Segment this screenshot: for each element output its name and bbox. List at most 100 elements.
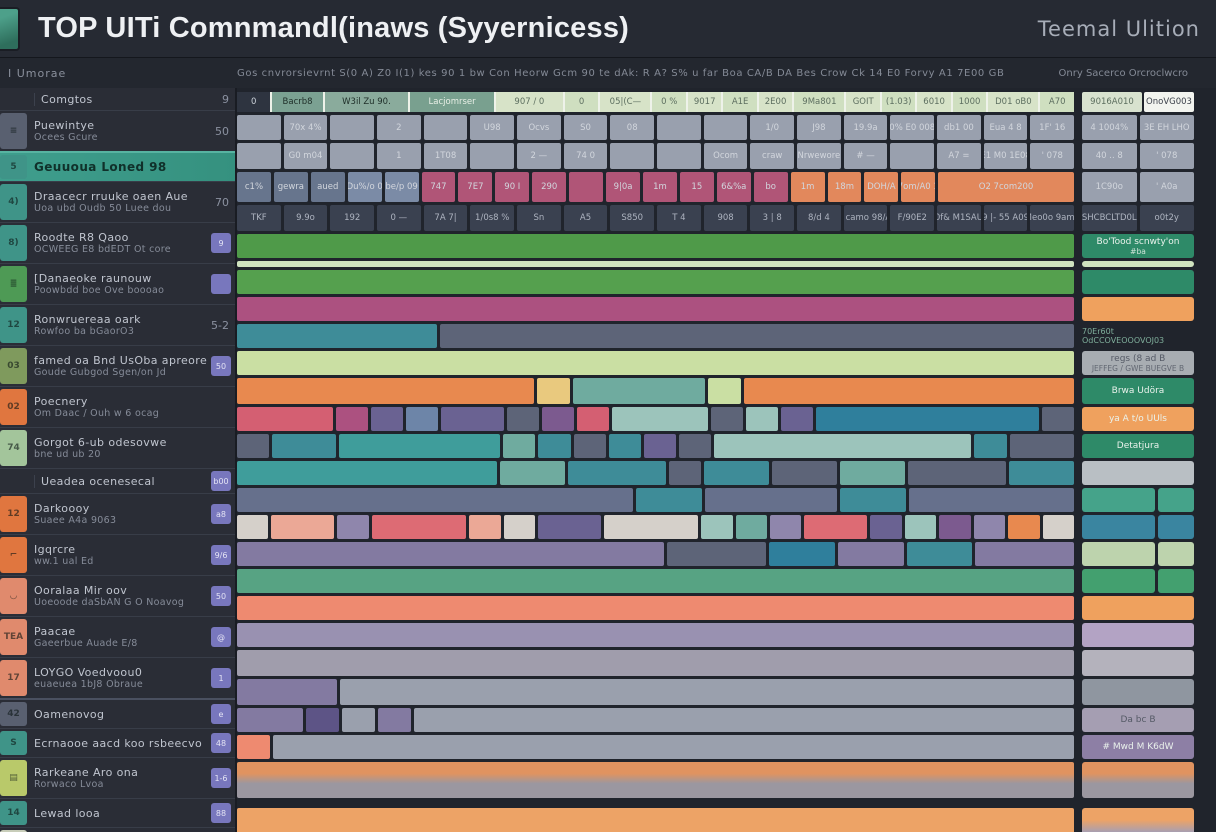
grid-cell[interactable] bbox=[237, 569, 1074, 593]
grid-cell[interactable] bbox=[781, 407, 813, 431]
panel-header-cell[interactable]: 4 1004% bbox=[1082, 115, 1137, 140]
grid-cell[interactable] bbox=[537, 378, 570, 404]
header-cell[interactable]: 1/0 bbox=[750, 115, 794, 140]
grid-cell[interactable] bbox=[272, 434, 336, 458]
grid-cell[interactable] bbox=[1010, 434, 1074, 458]
header-cell[interactable] bbox=[657, 115, 701, 140]
grid-cell[interactable] bbox=[237, 461, 497, 485]
grid-cell[interactable] bbox=[744, 378, 1074, 404]
grid-cell[interactable] bbox=[371, 407, 403, 431]
header-cell[interactable]: aued bbox=[311, 172, 345, 202]
header-cell[interactable]: 70x 4% bbox=[284, 115, 328, 140]
header-cell[interactable]: 0f& M1SAU bbox=[937, 205, 981, 231]
grid-cell[interactable] bbox=[636, 488, 702, 512]
grid-cell[interactable] bbox=[939, 515, 970, 539]
grid-cell[interactable] bbox=[704, 461, 769, 485]
grid-cell[interactable] bbox=[604, 515, 698, 539]
sidebar-item[interactable]: 12DarkoooySuaee A4a 9063a8 bbox=[0, 493, 235, 534]
panel-cell[interactable] bbox=[1158, 542, 1194, 566]
sidebar-item[interactable]: 9.2bereFoo bn Foe Obear bbox=[0, 827, 235, 832]
header-cell[interactable]: 7om/A0 1 bbox=[901, 172, 935, 202]
panel-cell[interactable]: Bo'Tood scnwty'on#ba bbox=[1082, 234, 1194, 258]
grid-cell[interactable] bbox=[1009, 461, 1074, 485]
grid-cell[interactable] bbox=[237, 542, 664, 566]
grid-cell[interactable] bbox=[538, 515, 601, 539]
grid-cell[interactable] bbox=[840, 488, 906, 512]
header-cell[interactable]: TKF bbox=[237, 205, 281, 231]
grid-cell[interactable] bbox=[736, 515, 767, 539]
panel-cell[interactable]: regs (8 ad BJEFFEG / GWE BUEGVE B bbox=[1082, 351, 1194, 375]
panel-cell[interactable]: # Mwd M K6dW bbox=[1082, 735, 1194, 759]
grid-cell[interactable] bbox=[612, 407, 708, 431]
grid-cell[interactable] bbox=[975, 542, 1074, 566]
grid-cell[interactable] bbox=[237, 324, 437, 348]
header-cell[interactable]: Sn bbox=[517, 205, 561, 231]
panel-header-cell[interactable]: ' A0a bbox=[1140, 172, 1195, 202]
header-cell[interactable]: # — bbox=[844, 143, 888, 169]
header-cell[interactable] bbox=[424, 115, 468, 140]
header-cell[interactable]: DOH/A bbox=[864, 172, 898, 202]
grid-cell[interactable] bbox=[342, 708, 375, 732]
grid-cell[interactable] bbox=[905, 515, 936, 539]
grid-cell[interactable] bbox=[507, 407, 539, 431]
panel-cell[interactable] bbox=[1082, 270, 1194, 294]
header-cell[interactable] bbox=[330, 143, 374, 169]
grid-cell[interactable] bbox=[237, 234, 1074, 258]
header-cell[interactable]: 1m bbox=[643, 172, 677, 202]
panel-cell[interactable] bbox=[1082, 623, 1194, 647]
grid-cell[interactable] bbox=[838, 542, 904, 566]
grid-cell[interactable] bbox=[406, 407, 438, 431]
header-cell[interactable]: T 4 bbox=[657, 205, 701, 231]
header-cell[interactable]: Meo0o 9ame bbox=[1030, 205, 1074, 231]
panel-header-cell[interactable]: o0t2y bbox=[1140, 205, 1195, 231]
header-cell[interactable]: 2 — bbox=[517, 143, 561, 169]
header-cell[interactable]: db1 00 bbox=[937, 115, 981, 140]
grid-cell[interactable] bbox=[237, 708, 303, 732]
grid-cell[interactable] bbox=[669, 461, 702, 485]
sidebar-item[interactable]: Ueadea ocenesecalb00 bbox=[0, 468, 235, 493]
grid-cell[interactable] bbox=[577, 407, 609, 431]
panel-cell[interactable]: ya A t/o UUls bbox=[1082, 407, 1194, 431]
grid-cell[interactable] bbox=[1043, 515, 1074, 539]
sidebar-item[interactable]: SEcrnaooe aacd koo rsbeecvo48 bbox=[0, 728, 235, 757]
grid-cell[interactable] bbox=[237, 270, 1074, 294]
grid-cell[interactable] bbox=[701, 515, 732, 539]
grid-cell[interactable] bbox=[378, 708, 411, 732]
header-cell[interactable]: 8/d 4 bbox=[797, 205, 841, 231]
header-cell[interactable]: 1 bbox=[377, 143, 421, 169]
grid-cell[interactable] bbox=[237, 297, 1074, 321]
grid-cell[interactable] bbox=[237, 808, 1074, 832]
header-cell[interactable] bbox=[657, 143, 701, 169]
panel-cell[interactable] bbox=[1082, 461, 1194, 485]
panel-cell[interactable]: Da bc B bbox=[1082, 708, 1194, 732]
header-cell[interactable]: Nrwewore bbox=[797, 143, 841, 169]
header-cell[interactable]: 1/0s8 % bbox=[470, 205, 514, 231]
panel-cell[interactable] bbox=[1082, 261, 1194, 267]
sidebar-item[interactable]: 03famed oa Bnd UsOba apreoreGoude Gubgod… bbox=[0, 345, 235, 386]
grid-cell[interactable] bbox=[339, 434, 500, 458]
panel-cell[interactable] bbox=[1082, 650, 1194, 676]
grid-cell[interactable] bbox=[441, 407, 505, 431]
header-cell[interactable] bbox=[610, 143, 654, 169]
grid-cell[interactable] bbox=[503, 434, 535, 458]
panel-header-cell[interactable]: SHCBCLTD0L bbox=[1082, 205, 1137, 231]
header-cell[interactable]: gewra bbox=[274, 172, 308, 202]
grid-cell[interactable] bbox=[804, 515, 867, 539]
sidebar-item[interactable]: 17LOYGO Voedvoou0euaeuea 1bJ8 Obraue1 bbox=[0, 657, 235, 698]
sidebar-item[interactable]: 4)Draacecr rruuke oaen AueUoa ubd Oudb 5… bbox=[0, 181, 235, 222]
grid-cell[interactable] bbox=[840, 461, 905, 485]
grid-cell[interactable] bbox=[538, 434, 570, 458]
header-cell[interactable]: 90 I bbox=[495, 172, 529, 202]
header-cell[interactable] bbox=[704, 115, 748, 140]
panel-cell[interactable] bbox=[1158, 488, 1194, 512]
panel-cell[interactable] bbox=[1082, 515, 1155, 539]
header-cell[interactable] bbox=[237, 115, 281, 140]
header-cell[interactable]: 1T08 bbox=[424, 143, 468, 169]
header-cell[interactable] bbox=[470, 143, 514, 169]
header-cell[interactable]: be/p 09 bbox=[385, 172, 419, 202]
grid-cell[interactable] bbox=[237, 623, 1074, 647]
grid-cell[interactable] bbox=[974, 434, 1006, 458]
panel-cell[interactable] bbox=[1082, 569, 1155, 593]
grid-cell[interactable] bbox=[705, 488, 837, 512]
header-cell[interactable]: 19.9a bbox=[844, 115, 888, 140]
